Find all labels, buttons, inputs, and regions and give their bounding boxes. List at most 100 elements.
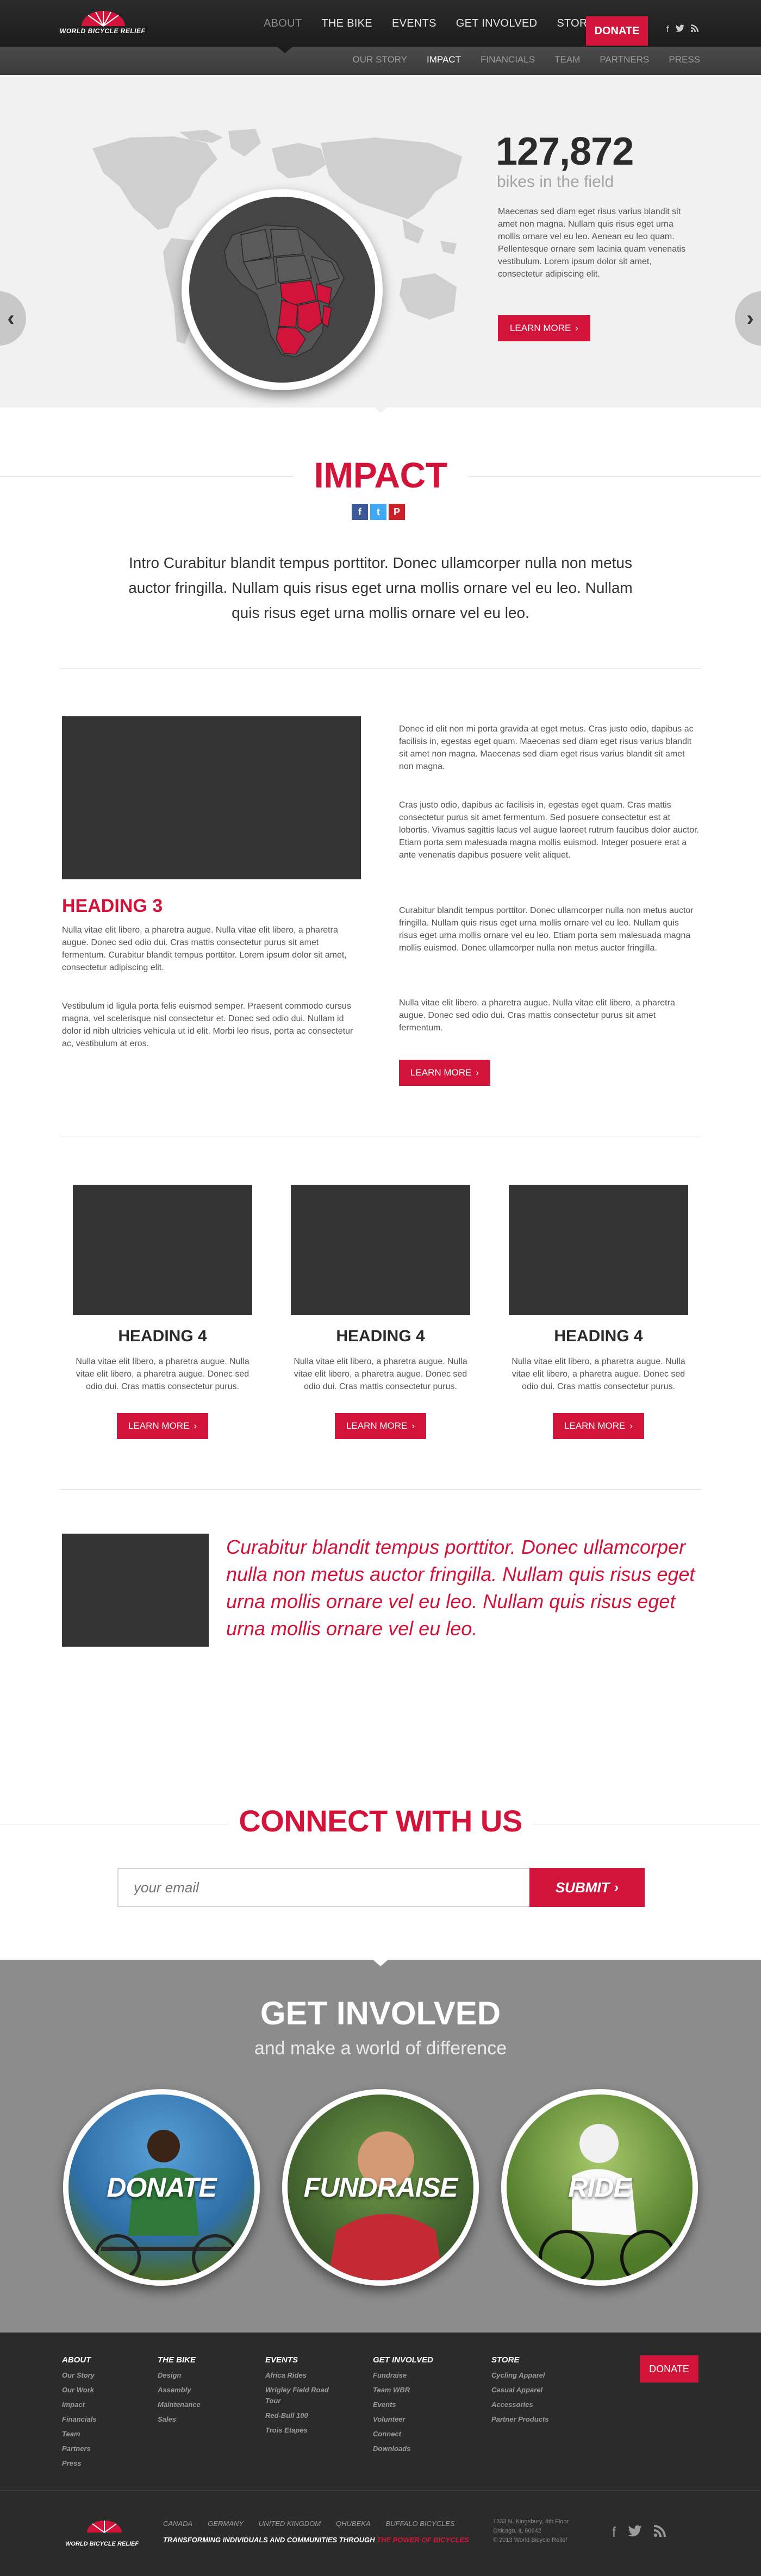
footer-link[interactable]: Impact xyxy=(62,2399,97,2410)
nav-item-events[interactable]: EVENTS xyxy=(392,15,436,32)
slider-prev-button[interactable]: ‹ xyxy=(0,291,26,346)
submit-label: SUBMIT xyxy=(555,1879,610,1896)
ride-circle-label: RIDE xyxy=(568,2172,631,2203)
twitter-share-icon[interactable]: t xyxy=(370,504,386,520)
footer-col-the-bike: THE BIKE Design Assembly Maintenance Sal… xyxy=(158,2355,201,2429)
pinterest-share-icon[interactable]: P xyxy=(389,504,405,520)
facebook-icon[interactable]: f xyxy=(666,24,669,35)
subnav-item-team[interactable]: TEAM xyxy=(554,54,580,65)
footer-link[interactable]: Events xyxy=(373,2399,433,2410)
card-3-learn-more-button[interactable]: LEARN MORE › xyxy=(553,1413,644,1439)
footer-link[interactable]: Assembly xyxy=(158,2385,201,2396)
facebook-share-icon[interactable]: f xyxy=(352,504,368,520)
footer-link[interactable]: Connect xyxy=(373,2429,433,2440)
section3-right-paragraph-4: Nulla vitae elit libero, a pharetra augu… xyxy=(399,998,675,1033)
footer-region-link[interactable]: UNITED KINGDOM xyxy=(259,2519,321,2528)
fundraise-circle[interactable]: FUNDRAISE xyxy=(282,2089,479,2286)
footer-link[interactable]: Our Work xyxy=(62,2385,97,2396)
footer-copyright: © 2013 World Bicycle Relief xyxy=(493,2537,567,2543)
share-buttons: f t P xyxy=(352,504,405,520)
footer-tagline-prefix: TRANSFORMING INDIVIDUALS AND COMMUNITIES… xyxy=(163,2536,375,2544)
nav-item-about[interactable]: ABOUT xyxy=(264,15,302,32)
footer-social-links: f xyxy=(612,2524,666,2541)
footer-link[interactable]: Africa Rides xyxy=(265,2370,330,2381)
subnav-item-our-story[interactable]: OUR STORY xyxy=(353,54,407,65)
footer-link[interactable]: Our Story xyxy=(62,2370,97,2381)
footer-link[interactable]: Wrigley Field Road Tour xyxy=(265,2385,330,2406)
footer-link[interactable]: Team WBR xyxy=(373,2385,433,2396)
footer-link[interactable]: Press xyxy=(62,2458,97,2469)
footer-link[interactable]: Red-Bull 100 xyxy=(265,2410,330,2421)
chevron-right-icon: › xyxy=(476,1067,479,1078)
footer-brand-name: WORLD BICYCLE RELIEF xyxy=(65,2541,139,2547)
get-involved-subtitle: and make a world of difference xyxy=(254,2038,507,2059)
card-2-learn-more-button[interactable]: LEARN MORE › xyxy=(335,1413,426,1439)
email-input[interactable] xyxy=(117,1868,529,1907)
card-3-text: Nulla vitae elit libero, a pharetra augu… xyxy=(512,1357,685,1391)
rss-icon[interactable] xyxy=(690,24,698,35)
twitter-icon[interactable] xyxy=(675,24,684,35)
submit-button[interactable]: SUBMIT › xyxy=(529,1868,645,1907)
footer-region-link[interactable]: CANADA xyxy=(163,2519,192,2528)
footer-link[interactable]: Casual Apparel xyxy=(491,2385,548,2396)
hero-learn-more-button[interactable]: LEARN MORE › xyxy=(498,315,590,341)
subnav-item-press[interactable]: PRESS xyxy=(669,54,700,65)
card-1-learn-more-button[interactable]: LEARN MORE › xyxy=(117,1413,208,1439)
chevron-right-icon: › xyxy=(746,306,754,330)
card-2-text: Nulla vitae elit libero, a pharetra augu… xyxy=(294,1357,467,1391)
subnav-item-financials[interactable]: FINANCIALS xyxy=(481,54,535,65)
hero-description: Maecenas sed diam eget risus varius blan… xyxy=(498,207,686,279)
subnav-item-partners[interactable]: PARTNERS xyxy=(600,54,649,65)
footer-link[interactable]: Design xyxy=(158,2370,201,2381)
main-nav: ABOUT THE BIKE EVENTS GET INVOLVED STORE xyxy=(264,15,595,32)
footer-region-link[interactable]: BUFFALO BICYCLES xyxy=(386,2519,455,2528)
footer-link[interactable]: Accessories xyxy=(491,2399,548,2410)
ride-circle[interactable]: RIDE xyxy=(501,2089,698,2286)
footer-link[interactable]: Cycling Apparel xyxy=(491,2370,548,2381)
sub-navigation-bar: OUR STORY IMPACT FINANCIALS TEAM PARTNER… xyxy=(0,47,761,75)
brand-logo[interactable]: WORLD BICYCLE RELIEF xyxy=(60,9,152,38)
footer-link[interactable]: Maintenance xyxy=(158,2399,201,2410)
footer-donate-button[interactable]: DONATE xyxy=(640,2355,698,2383)
footer-link[interactable]: Trois Etapes xyxy=(265,2425,330,2436)
footer-region-link[interactable]: QHUBEKA xyxy=(336,2519,371,2528)
slider-next-button[interactable]: › xyxy=(735,291,761,346)
rss-icon[interactable] xyxy=(654,2524,666,2541)
get-involved-title: GET INVOLVED xyxy=(260,1995,501,2031)
footer-tagline-suffix: THE POWER OF BICYCLES xyxy=(377,2536,469,2544)
footer-col-about: ABOUT Our Story Our Work Impact Financia… xyxy=(62,2355,97,2473)
section3-learn-more-button[interactable]: LEARN MORE › xyxy=(399,1060,490,1086)
footer-col-get-involved: GET INVOLVED Fundraise Team WBR Events V… xyxy=(373,2355,433,2458)
footer-link[interactable]: Sales xyxy=(158,2414,201,2425)
footer-brand-logo[interactable]: WORLD BICYCLE RELIEF xyxy=(65,2516,147,2549)
nav-item-get-involved[interactable]: GET INVOLVED xyxy=(456,15,538,32)
donate-circle-label: DONATE xyxy=(107,2172,216,2203)
card-1-image-placeholder xyxy=(73,1185,252,1315)
card-2-heading: HEADING 4 xyxy=(336,1327,425,1345)
footer-col-store: STORE Cycling Apparel Casual Apparel Acc… xyxy=(491,2355,548,2429)
footer-tagline: TRANSFORMING INDIVIDUALS AND COMMUNITIES… xyxy=(163,2536,469,2544)
donate-circle[interactable]: DONATE xyxy=(63,2089,260,2286)
facebook-icon[interactable]: f xyxy=(612,2524,616,2541)
footer-link[interactable]: Volunteer xyxy=(373,2414,433,2425)
footer-link[interactable]: Fundraise xyxy=(373,2370,433,2381)
nav-item-the-bike[interactable]: THE BIKE xyxy=(321,15,372,32)
footer-link[interactable]: Financials xyxy=(62,2414,97,2425)
footer-col-title: ABOUT xyxy=(62,2355,91,2365)
nav-donate-button[interactable]: DONATE xyxy=(586,16,648,46)
footer-link[interactable]: Downloads xyxy=(373,2443,433,2454)
chevron-right-icon: › xyxy=(629,1421,633,1431)
section-divider-1 xyxy=(60,668,701,669)
footer-link[interactable]: Partner Products xyxy=(491,2414,548,2425)
subnav-item-impact[interactable]: IMPACT xyxy=(427,54,461,65)
footer-region-link[interactable]: GERMANY xyxy=(208,2519,244,2528)
footer-region-links: CANADA GERMANY UNITED KINGDOM QHUBEKA BU… xyxy=(163,2519,455,2528)
footer-link[interactable]: Team xyxy=(62,2429,97,2440)
footer-col-title: EVENTS xyxy=(265,2355,298,2365)
twitter-icon[interactable] xyxy=(628,2524,642,2541)
involved-section-pointer xyxy=(373,1960,388,1966)
footer-col-title: STORE xyxy=(491,2355,520,2365)
footer-col-title: THE BIKE xyxy=(158,2355,196,2365)
footer-link[interactable]: Partners xyxy=(62,2443,97,2454)
card-3-image-placeholder xyxy=(509,1185,688,1315)
